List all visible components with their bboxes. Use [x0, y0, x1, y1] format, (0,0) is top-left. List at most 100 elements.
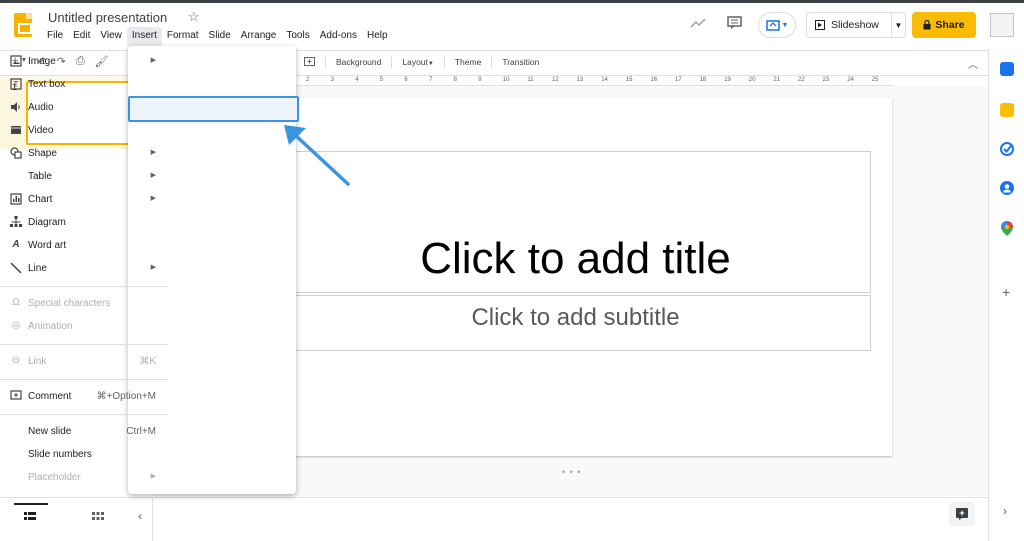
star-icon[interactable]: ☆ — [188, 9, 200, 25]
menu-insert[interactable]: Insert — [126, 27, 162, 47]
background-button[interactable]: Background — [336, 57, 381, 67]
slideshow-label: Slideshow — [831, 19, 879, 31]
image-icon — [10, 55, 22, 67]
menu-item-image[interactable]: Image ▶ — [0, 51, 168, 73]
menu-edit[interactable]: Edit — [68, 27, 95, 47]
menu-item-slide-numbers[interactable]: Slide numbers — [0, 444, 168, 466]
slides-logo-icon[interactable] — [14, 13, 32, 37]
bottom-bar — [0, 497, 988, 541]
document-title[interactable]: Untitled presentation — [48, 10, 167, 25]
menu-item-table[interactable]: Table ▶ — [0, 166, 168, 188]
transition-button[interactable]: Transition — [502, 57, 539, 67]
text-box-icon: T — [10, 78, 22, 90]
ruler-tick-label: 3 — [330, 77, 334, 83]
menu-item-label: Comment — [28, 391, 72, 402]
comment-icon — [10, 390, 22, 400]
account-avatar[interactable] — [990, 13, 1014, 37]
menu-item-text-box[interactable]: T Text box — [0, 74, 168, 96]
ruler-tick-label: 5 — [379, 77, 384, 83]
ruler-tick-label: 18 — [699, 77, 707, 83]
menu-help[interactable]: Help — [362, 27, 393, 47]
menu-item-label: Text box — [28, 79, 66, 90]
shape-icon — [10, 147, 22, 159]
menu-item-chart[interactable]: Chart ▶ — [0, 189, 168, 211]
layout-button[interactable]: Layout▼ — [402, 57, 433, 67]
ruler-tick-label: 2 — [306, 77, 310, 83]
audio-icon — [11, 102, 20, 112]
keep-icon[interactable] — [1000, 103, 1014, 117]
ruler-tick-label: 15 — [625, 77, 633, 83]
menu-tools[interactable]: Tools — [281, 27, 314, 47]
ruler-tick-label: 8 — [453, 77, 457, 83]
menu-item-line[interactable]: Line ▶ — [0, 258, 168, 280]
menu-item-animation[interactable]: ◎ Animation — [0, 316, 168, 338]
theme-button[interactable]: Theme — [455, 57, 481, 67]
filmstrip-view-indicator — [14, 503, 48, 505]
menu-file[interactable]: File — [42, 27, 68, 47]
menu-item-word-art[interactable]: A Word art — [0, 235, 168, 257]
ruler-tick-label: 13 — [576, 77, 584, 83]
toolbar-divider — [325, 56, 326, 68]
menu-item-label: Line — [28, 263, 47, 274]
filmstrip-view-icon[interactable] — [24, 512, 36, 522]
ruler-tick-label: 16 — [650, 77, 658, 83]
share-button[interactable]: Share — [912, 12, 976, 38]
collapse-filmstrip-icon[interactable]: ‹ — [138, 509, 142, 523]
submenu-arrow-icon: ▶ — [150, 57, 156, 64]
menu-item-shortcut: ⌘K — [139, 356, 156, 367]
menu-item-label: Audio — [28, 102, 54, 113]
ruler-tick-label: 7 — [429, 77, 433, 83]
slideshow-button[interactable]: Slideshow ▼ — [806, 12, 906, 38]
line-icon — [10, 262, 22, 274]
calendar-icon[interactable] — [1000, 62, 1014, 76]
tasks-icon[interactable] — [1000, 142, 1014, 156]
explore-button[interactable] — [949, 502, 975, 526]
diagram-icon — [10, 216, 22, 227]
comments-icon[interactable] — [727, 16, 742, 30]
menu-item-shortcut: Ctrl+M — [126, 426, 156, 437]
menu-item-video[interactable]: Video — [0, 120, 168, 142]
present-upload-icon — [765, 19, 780, 31]
menu-format[interactable]: Format — [162, 27, 204, 47]
submenu-arrow-icon: ▶ — [150, 195, 156, 202]
menu-item-special-characters[interactable]: Ω Special characters — [0, 293, 168, 315]
subtitle-placeholder[interactable]: Click to add subtitle — [280, 295, 871, 351]
menu-addons[interactable]: Add-ons — [315, 27, 362, 47]
menu-item-label: Word art — [28, 240, 67, 251]
toolbar-divider — [491, 56, 493, 68]
menu-arrange[interactable]: Arrange — [236, 27, 282, 47]
menu-item-label: Table — [28, 171, 52, 182]
add-comment-icon[interactable] — [304, 57, 315, 67]
menu-item-diagram[interactable]: Diagram — [0, 212, 168, 234]
layout-label: Layout — [402, 57, 428, 67]
notes-resize-handle[interactable]: • • • — [562, 467, 581, 477]
submenu-arrow-icon: ▶ — [150, 473, 156, 480]
menu-item-comment[interactable]: Comment ⌘+Option+M — [0, 386, 168, 408]
menu-item-label: Placeholder — [28, 472, 81, 483]
contacts-icon[interactable] — [1000, 181, 1014, 195]
menu-view[interactable]: View — [95, 27, 127, 47]
slideshow-dropdown-icon[interactable]: ▼ — [891, 13, 905, 37]
grid-view-icon[interactable] — [92, 512, 104, 522]
activity-trend-icon[interactable] — [690, 17, 706, 29]
expand-panel-icon[interactable]: › — [1003, 504, 1007, 518]
link-icon: ⊖ — [11, 355, 21, 366]
collapse-toolbar-icon[interactable]: ︿ — [968, 56, 978, 71]
menu-item-label: Animation — [28, 321, 73, 332]
maps-icon[interactable] — [1001, 221, 1013, 236]
menu-item-audio[interactable]: Audio — [0, 97, 168, 119]
svg-text:T: T — [14, 80, 19, 89]
add-addon-icon[interactable]: + — [1002, 284, 1010, 300]
word-art-icon: A — [12, 239, 20, 250]
menu-item-link[interactable]: ⊖ Link ⌘K — [0, 351, 168, 373]
present-to-meeting-button[interactable]: ▼ — [758, 12, 796, 38]
toolbar-divider — [391, 56, 393, 68]
menu-item-new-slide[interactable]: New slide Ctrl+M — [0, 421, 168, 443]
ruler-tick-label: 25 — [871, 77, 879, 83]
menu-item-label: Video — [28, 125, 54, 136]
menu-item-placeholder[interactable]: Placeholder ▶ — [0, 467, 168, 489]
share-label: Share — [935, 19, 965, 31]
menu-item-shape[interactable]: Shape ▶ — [0, 143, 168, 165]
menu-slide[interactable]: Slide — [204, 27, 236, 47]
title-placeholder[interactable]: Click to add title — [280, 151, 871, 293]
